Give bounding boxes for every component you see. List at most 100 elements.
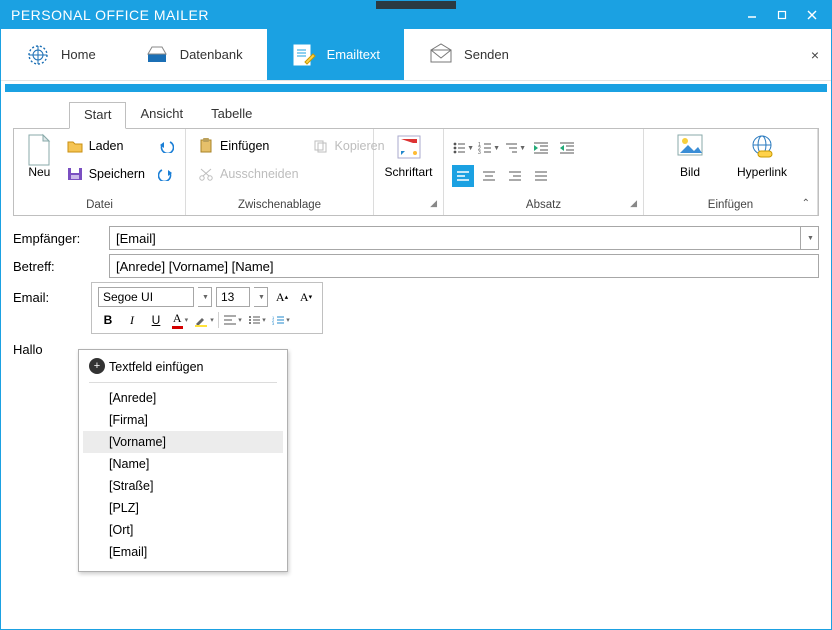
redo-button[interactable] [155, 163, 177, 185]
app-title: PERSONAL OFFICE MAILER [11, 7, 209, 23]
font-color-button[interactable]: A▾ [170, 311, 190, 329]
hyperlink-button[interactable]: Hyperlink [734, 133, 790, 179]
bullets-menu-button[interactable]: ▾ [247, 311, 267, 329]
copy-icon [313, 139, 329, 153]
window-handle[interactable] [376, 1, 456, 9]
neu-button[interactable]: Neu [22, 133, 57, 179]
outdent-button[interactable] [530, 137, 552, 159]
ribbon-tab-ansicht[interactable]: Ansicht [126, 102, 197, 129]
nav-emailtext-label: Emailtext [327, 47, 380, 62]
absatz-launcher[interactable]: ◢ [630, 198, 637, 209]
body-text: Hallo [13, 342, 43, 357]
context-item-straße[interactable]: [Straße] [83, 475, 283, 497]
grow-font-button[interactable]: A▴ [272, 288, 292, 306]
indent-button[interactable] [556, 137, 578, 159]
ribbon-group-zwischenablage: Einfügen Ausschneiden Kopieren Zwischena… [186, 129, 374, 215]
recipient-dropdown-button[interactable]: ▼ [801, 226, 819, 250]
nav-home-label: Home [61, 47, 96, 62]
schriftart-button[interactable]: Schriftart [382, 133, 435, 179]
nav-datenbank-label: Datenbank [180, 47, 243, 62]
speichern-button[interactable]: Speichern [63, 163, 149, 185]
plus-circle-icon: + [89, 358, 105, 374]
font-family-dropdown[interactable]: ▼ [198, 287, 212, 307]
align-right-button[interactable] [504, 165, 526, 187]
context-menu-header: + Textfeld einfügen [83, 356, 283, 382]
globe-gear-icon [25, 42, 51, 68]
nav-datenbank[interactable]: Datenbank [120, 29, 267, 80]
bullets-button[interactable]: ▼ [452, 137, 474, 159]
underline-button[interactable]: U [146, 311, 166, 329]
editor-toolbar: Segoe UI ▼ 13 ▼ A▴ A▾ B I U A▾ ▾ ▾ ▾ 123… [91, 282, 323, 334]
accent-strip [5, 84, 827, 92]
font-size-select[interactable]: 13 [216, 287, 250, 307]
align-justify-button[interactable] [530, 165, 552, 187]
font-icon [395, 133, 423, 161]
ribbon-tab-start[interactable]: Start [69, 102, 126, 129]
ribbon-group-einfuegen: Bild Hyperlink Einfügen [644, 129, 818, 215]
nav-home[interactable]: Home [1, 29, 120, 80]
align-left-button[interactable] [452, 165, 474, 187]
svg-text:3: 3 [272, 321, 275, 325]
group-label-einfuegen: Einfügen [652, 197, 809, 213]
window-close-button[interactable] [797, 1, 827, 29]
align-menu-button[interactable]: ▾ [223, 311, 243, 329]
ribbon-group-absatz: ▼ 123▼ ▼ Absatz ◢ [444, 129, 644, 215]
save-icon [67, 167, 83, 181]
picture-icon [676, 133, 704, 161]
ribbon: Neu Laden Speichern Datei [13, 128, 819, 216]
window-minimize-button[interactable] [737, 1, 767, 29]
context-item-anrede[interactable]: [Anrede] [83, 387, 283, 409]
group-label-zwischenablage: Zwischenablage [194, 197, 365, 213]
insert-field-context-menu: + Textfeld einfügen [Anrede][Firma][Vorn… [78, 349, 288, 572]
numbering-menu-button[interactable]: 123▾ [271, 311, 291, 329]
subject-label: Betreff: [13, 259, 109, 274]
context-item-vorname[interactable]: [Vorname] [83, 431, 283, 453]
ribbon-group-schriftart: Schriftart ◢ [374, 129, 444, 215]
nav-emailtext[interactable]: Emailtext [267, 29, 404, 80]
font-size-dropdown[interactable]: ▼ [254, 287, 268, 307]
window-maximize-button[interactable] [767, 1, 797, 29]
form-area: Empfänger: ▼ Betreff: Email: Segoe UI ▼ … [13, 226, 819, 334]
recipient-label: Empfänger: [13, 231, 109, 246]
subject-input[interactable] [109, 254, 819, 278]
font-family-select[interactable]: Segoe UI [98, 287, 194, 307]
clipboard-paste-icon [198, 138, 214, 154]
shrink-font-button[interactable]: A▾ [296, 288, 316, 306]
folder-open-icon [67, 139, 83, 153]
multilevel-list-button[interactable]: ▼ [504, 137, 526, 159]
bold-button[interactable]: B [98, 311, 118, 329]
group-label-datei: Datei [22, 197, 177, 213]
new-file-icon [25, 133, 53, 161]
ribbon-group-datei: Neu Laden Speichern Datei [14, 129, 186, 215]
nav-senden[interactable]: Senden [404, 29, 533, 80]
bild-button[interactable]: Bild [662, 133, 718, 179]
highlight-button[interactable]: ▾ [194, 311, 214, 329]
titlebar: PERSONAL OFFICE MAILER [1, 1, 831, 29]
email-body-area[interactable]: Hallo + Textfeld einfügen [Anrede][Firma… [13, 342, 819, 357]
context-item-ort[interactable]: [Ort] [83, 519, 283, 541]
ribbon-tabs: Start Ansicht Tabelle [13, 102, 819, 129]
compose-icon [291, 42, 317, 68]
context-item-firma[interactable]: [Firma] [83, 409, 283, 431]
ribbon-collapse-button[interactable]: ⌃ [802, 198, 810, 209]
group-label-absatz: Absatz [452, 197, 635, 213]
laden-button[interactable]: Laden [63, 135, 149, 157]
context-item-email[interactable]: [Email] [83, 541, 283, 563]
nav-senden-label: Senden [464, 47, 509, 62]
context-item-name[interactable]: [Name] [83, 453, 283, 475]
context-item-plz[interactable]: [PLZ] [83, 497, 283, 519]
recipient-input[interactable] [109, 226, 801, 250]
undo-button[interactable] [155, 135, 177, 157]
align-center-button[interactable] [478, 165, 500, 187]
numbering-button[interactable]: 123▼ [478, 137, 500, 159]
ribbon-tab-tabelle[interactable]: Tabelle [197, 102, 266, 129]
nav-close-button[interactable]: × [811, 47, 819, 63]
main-nav: Home Datenbank Emailtext Senden × [1, 29, 831, 81]
send-envelope-icon [428, 42, 454, 68]
italic-button[interactable]: I [122, 311, 142, 329]
ausschneiden-button[interactable]: Ausschneiden [194, 163, 303, 185]
hyperlink-globe-icon [748, 133, 776, 161]
scissors-icon [198, 167, 214, 181]
schriftart-launcher[interactable]: ◢ [430, 198, 437, 209]
einfuegen-button[interactable]: Einfügen [194, 135, 303, 157]
